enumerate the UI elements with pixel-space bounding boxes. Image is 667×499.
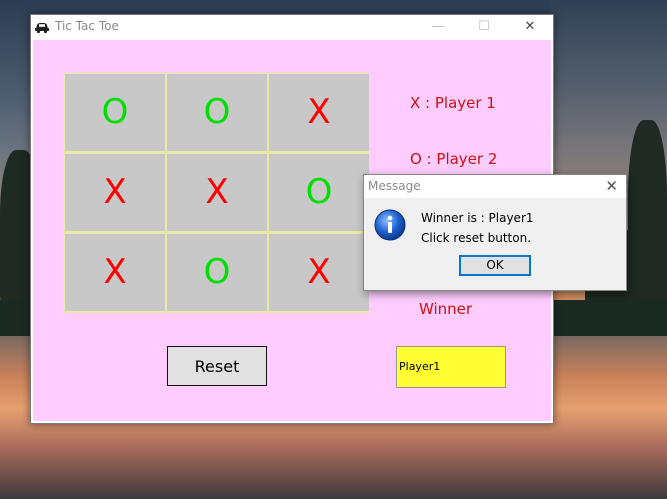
information-icon (374, 209, 406, 241)
player2-legend: O : Player 2 (410, 150, 498, 168)
car-icon (35, 23, 49, 34)
dialog-message-line1: Winner is : Player1 (421, 211, 534, 225)
player1-legend: X : Player 1 (410, 94, 496, 112)
board-cell-2[interactable]: O (167, 74, 267, 151)
title-bar[interactable]: Tic Tac Toe — ☐ ✕ (31, 15, 553, 39)
maximize-button[interactable]: ☐ (461, 15, 507, 39)
game-board: O O X X X O X O X (64, 73, 370, 313)
message-dialog: Message ✕ Winner is : Player1 Click rese… (363, 174, 627, 291)
winner-display: Player1 (396, 346, 506, 388)
board-cell-8[interactable]: O (167, 234, 267, 311)
window-title: Tic Tac Toe (55, 19, 119, 33)
board-cell-6[interactable]: O (269, 154, 369, 231)
board-cell-5[interactable]: X (167, 154, 267, 231)
dialog-close-button[interactable]: ✕ (605, 177, 618, 195)
ok-button[interactable]: OK (459, 255, 531, 276)
board-cell-3[interactable]: X (269, 74, 369, 151)
board-cell-1[interactable]: O (65, 74, 165, 151)
reset-button[interactable]: Reset (167, 346, 267, 386)
dialog-message-line2: Click reset button. (421, 231, 532, 245)
board-cell-4[interactable]: X (65, 154, 165, 231)
board-cell-7[interactable]: X (65, 234, 165, 311)
tree-silhouette (628, 120, 667, 310)
dialog-title-bar[interactable]: Message ✕ (364, 175, 626, 198)
close-button[interactable]: ✕ (507, 15, 553, 39)
winner-label: Winner (419, 300, 473, 318)
board-cell-9[interactable]: X (269, 234, 369, 311)
dialog-title: Message (368, 179, 421, 193)
minimize-button[interactable]: — (415, 15, 461, 39)
